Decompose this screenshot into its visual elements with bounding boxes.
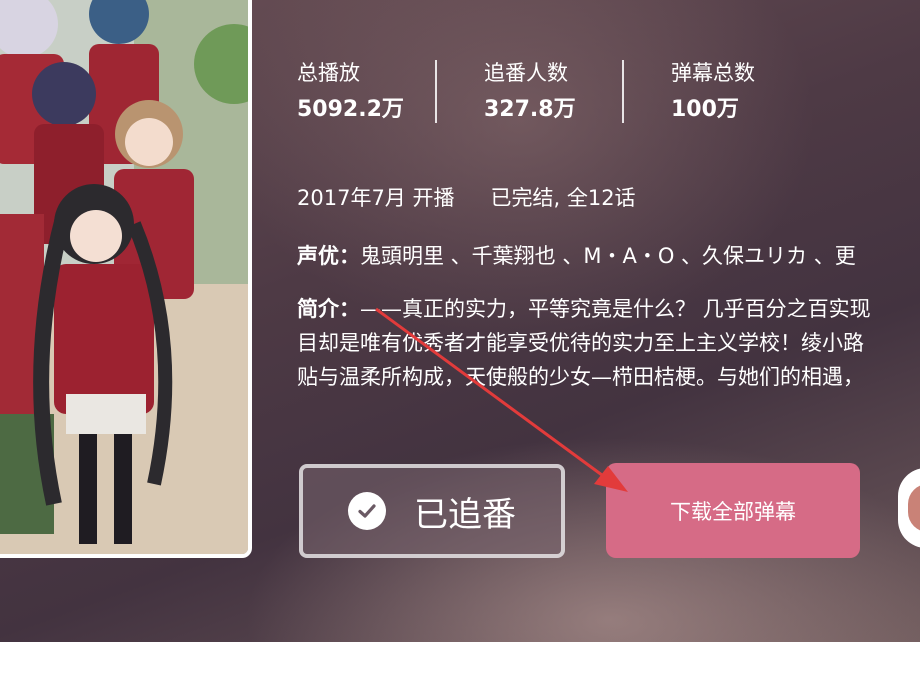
synopsis-line: 贴与温柔所构成，天使般的少女—栉田桔梗。与她们的相遇， — [297, 365, 864, 389]
page-below — [0, 642, 920, 680]
episode-status: 已完结, 全12话 — [490, 186, 636, 210]
stat-total-plays: 总播放 5092.2万 — [297, 60, 404, 124]
follow-label: 已追番 — [414, 494, 516, 535]
stat-danmaku: 弹幕总数 100万 — [671, 60, 755, 124]
airing-info: 2017年7月 开播 已完结, 全12话 — [297, 182, 636, 212]
synopsis: 简介：——真正的实力，平等究竟是什么？ 几乎百分之百实现 目却是唯有优秀者才能享… — [297, 292, 920, 412]
synopsis-line: 目却是唯有优秀者才能享受优待的实力至上主义学校！绫小路 — [297, 331, 864, 355]
stat-divider — [622, 60, 624, 123]
cast-list: 鬼頭明里 、千葉翔也 、M・A・O 、久保ユリカ 、更 — [360, 244, 856, 268]
check-icon — [348, 492, 386, 530]
premiere-date: 2017年7月 开播 — [297, 186, 455, 210]
follow-button[interactable]: 已追番 — [299, 464, 565, 558]
stat-value: 100万 — [671, 97, 739, 122]
stat-value: 327.8万 — [484, 97, 576, 122]
stat-label: 总播放 — [297, 61, 360, 85]
cast-label: 声优： — [297, 244, 360, 268]
synopsis-label: 简介： — [297, 297, 360, 321]
cover-image[interactable] — [0, 0, 252, 558]
avatar[interactable] — [898, 468, 920, 548]
bangumi-header: 总播放 5092.2万 追番人数 327.8万 弹幕总数 100万 2017年7… — [0, 0, 920, 642]
stat-divider — [435, 60, 437, 123]
stat-label: 追番人数 — [484, 61, 568, 85]
download-all-danmaku-button[interactable]: 下载全部弹幕 — [606, 463, 860, 558]
stat-value: 5092.2万 — [297, 97, 404, 122]
synopsis-line: ——真正的实力，平等究竟是什么？ 几乎百分之百实现 — [360, 297, 871, 321]
download-label: 下载全部弹幕 — [670, 499, 796, 524]
voice-cast: 声优：鬼頭明里 、千葉翔也 、M・A・O 、久保ユリカ 、更 — [297, 240, 920, 270]
stat-label: 弹幕总数 — [671, 61, 755, 85]
stat-followers: 追番人数 327.8万 — [484, 60, 576, 124]
